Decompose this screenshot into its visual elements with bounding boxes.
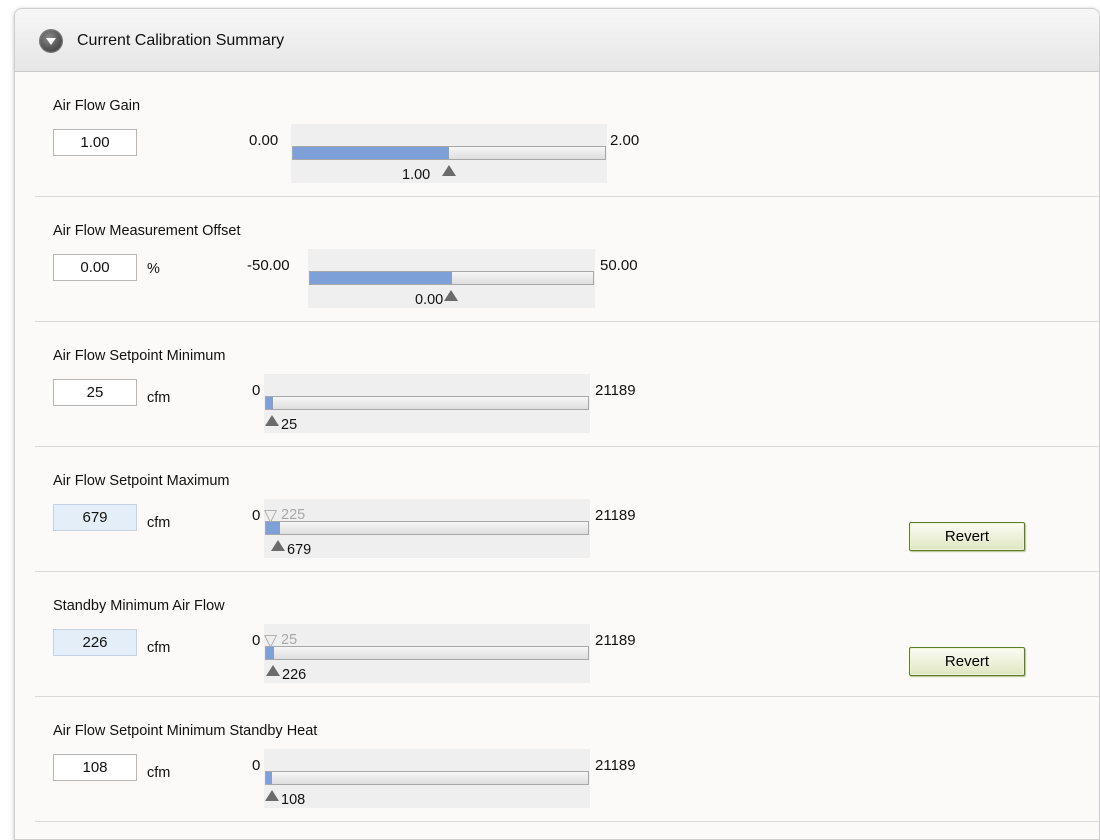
marker-value-label: 226 [282, 667, 307, 683]
current-value-marker-icon[interactable] [271, 540, 285, 551]
field-label: Air Flow Setpoint Minimum [53, 348, 226, 364]
unit-label: cfm [147, 390, 171, 406]
slider-fill [266, 647, 274, 659]
field-label: Air Flow Setpoint Maximum [53, 473, 230, 489]
current-value-marker-icon[interactable] [444, 290, 458, 301]
field-air-flow-measurement-offset: Air Flow Measurement Offset 0.00 % -50.0… [35, 197, 1099, 322]
range-min-label: 0.00 [249, 132, 279, 149]
value-input[interactable]: 679 [53, 504, 137, 531]
slider-bar[interactable] [265, 646, 589, 660]
value-input[interactable]: 0.00 [53, 254, 137, 281]
field-air-flow-setpoint-minimum: Air Flow Setpoint Minimum 25 cfm 0 21189… [35, 322, 1099, 447]
slider-fill [310, 272, 452, 284]
marker-value-label: 108 [281, 792, 306, 808]
field-standby-minimum-air-flow: Standby Minimum Air Flow 226 cfm 0 ▽ 25 … [35, 572, 1099, 697]
field-label: Air Flow Setpoint Minimum Standby Heat [53, 723, 318, 739]
field-air-flow-gain: Air Flow Gain 1.00 0.00 2.00 1.00 [35, 72, 1099, 197]
slider-bar[interactable] [292, 146, 606, 160]
range-max-label: 50.00 [600, 257, 638, 274]
slider-bar[interactable] [309, 271, 594, 285]
range-max-label: 21189 [595, 507, 636, 524]
field-label: Air Flow Gain [53, 98, 141, 114]
current-value-marker-icon[interactable] [265, 415, 279, 426]
range-max-label: 2.00 [610, 132, 640, 149]
unit-label: cfm [147, 765, 171, 781]
range-min-label: 0 [252, 757, 261, 774]
range-min-label: 0 [252, 382, 261, 399]
current-value-marker-icon[interactable] [266, 665, 280, 676]
collapse-icon[interactable] [40, 30, 62, 52]
slider-fill [266, 522, 280, 534]
field-label: Air Flow Measurement Offset [53, 223, 241, 239]
unit-label: cfm [147, 640, 171, 656]
value-input[interactable]: 108 [53, 754, 137, 781]
slider-fill [266, 772, 272, 784]
marker-value-label: 25 [281, 417, 298, 433]
current-value-marker-icon[interactable] [265, 790, 279, 801]
marker-value-label: 1.00 [402, 167, 431, 183]
slider-bar[interactable] [265, 771, 589, 785]
field-air-flow-setpoint-minimum-standby-heat: Air Flow Setpoint Minimum Standby Heat 1… [35, 697, 1099, 822]
unit-label: cfm [147, 515, 171, 531]
panel-title: Current Calibration Summary [77, 32, 285, 49]
range-max-label: 21189 [595, 757, 636, 774]
panel-header[interactable]: Current Calibration Summary [15, 9, 1099, 72]
range-min-label: 0 [252, 507, 261, 524]
range-min-label: -50.00 [247, 257, 290, 274]
unit-label: % [147, 261, 160, 277]
marker-value-label: 679 [287, 542, 312, 558]
marker-value-label: 0.00 [415, 292, 444, 308]
field-air-flow-setpoint-maximum: Air Flow Setpoint Maximum 679 cfm 0 ▽ 22… [35, 447, 1099, 572]
slider-bar[interactable] [265, 396, 589, 410]
calibration-summary-panel: Current Calibration Summary Air Flow Gai… [14, 8, 1100, 840]
slider-bar[interactable] [265, 521, 589, 535]
slider-fill [266, 397, 273, 409]
range-max-label: 21189 [595, 382, 636, 399]
value-input[interactable]: 1.00 [53, 129, 137, 156]
slider-fill [293, 147, 449, 159]
current-value-marker-icon[interactable] [442, 165, 456, 176]
value-input[interactable]: 226 [53, 629, 137, 656]
revert-button[interactable]: Revert [909, 647, 1025, 676]
value-input[interactable]: 25 [53, 379, 137, 406]
revert-button[interactable]: Revert [909, 522, 1025, 551]
range-min-label: 0 [252, 632, 261, 649]
field-label: Standby Minimum Air Flow [53, 598, 225, 614]
range-max-label: 21189 [595, 632, 636, 649]
